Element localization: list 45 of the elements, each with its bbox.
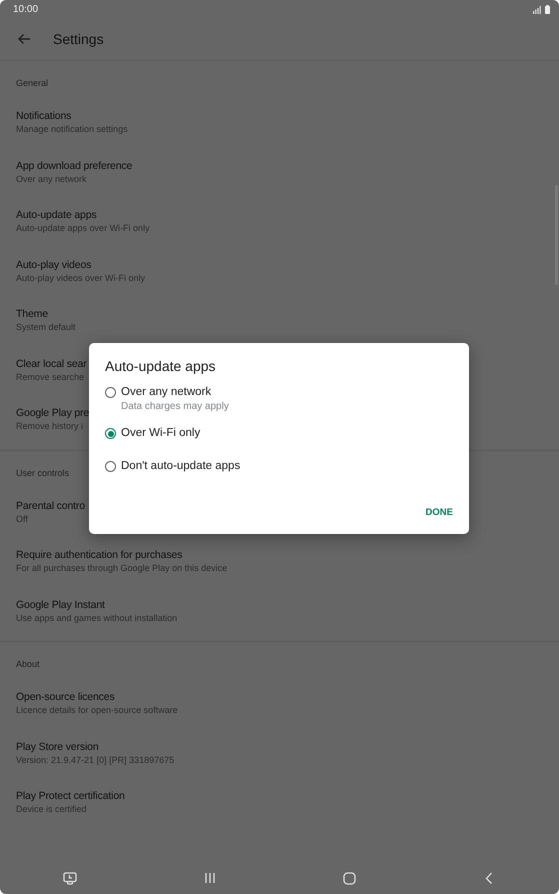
back-arrow-icon[interactable] (17, 33, 31, 45)
setting-title[interactable]: Require authentication for purchases (16, 548, 182, 562)
section-header: About (16, 658, 40, 670)
back-icon[interactable] (485, 872, 494, 884)
screen-clock-icon[interactable] (62, 872, 77, 884)
setting-description: Device is certified (16, 803, 87, 816)
radio-button[interactable] (105, 387, 116, 398)
setting-description: System default (16, 321, 76, 334)
recent-apps-icon[interactable] (204, 872, 216, 884)
status-time: 10:00 (13, 4, 38, 14)
section-header: User controls (16, 466, 70, 478)
setting-description: Auto-update apps over Wi-Fi only (16, 222, 150, 235)
page-title: Settings (53, 31, 104, 47)
setting-description: Auto-play videos over Wi-Fi only (16, 272, 146, 284)
done-button[interactable]: DONE (424, 503, 455, 522)
setting-title[interactable]: Auto-play videos (16, 258, 92, 272)
setting-description: Version: 21.9.47-21 [0] [PR] 331897675 (16, 754, 174, 766)
setting-title[interactable]: Google Play pre (16, 406, 90, 420)
setting-title[interactable]: Google Play Instant (16, 598, 105, 612)
option-label: Over any network (121, 385, 212, 400)
option-label: Don't auto-update apps (121, 459, 240, 474)
option-label: Over Wi-Fi only (121, 426, 200, 441)
home-icon[interactable] (342, 872, 356, 884)
setting-description: Licence details for open-source software (16, 704, 178, 717)
setting-title[interactable]: Parental contro (16, 498, 85, 512)
setting-title[interactable]: Auto-update apps (16, 208, 96, 222)
setting-description: Off (16, 512, 28, 526)
option-description: Data charges may apply (121, 400, 229, 414)
signal-battery-icon (533, 4, 551, 14)
setting-title[interactable]: App download preference (16, 158, 132, 172)
setting-description: Remove searche (16, 370, 84, 384)
setting-description: Manage notification settings (16, 123, 128, 136)
setting-description: Over any network (16, 172, 87, 186)
setting-title[interactable]: Play Protect certification (16, 789, 125, 803)
radio-button[interactable] (105, 461, 116, 472)
setting-title[interactable]: Open-source licences (16, 690, 115, 704)
dialog-title: Auto-update apps (105, 357, 216, 375)
setting-title[interactable]: Theme (16, 307, 48, 321)
setting-description: For all purchases through Google Play on this device (16, 562, 228, 575)
setting-title[interactable]: Notifications (16, 109, 72, 123)
radio-button[interactable] (105, 428, 116, 439)
setting-description: Use apps and games without installation (16, 612, 178, 624)
section-header: General (16, 77, 48, 89)
setting-title[interactable]: Play Store version (16, 740, 99, 754)
setting-title[interactable]: Clear local sear (16, 356, 87, 370)
